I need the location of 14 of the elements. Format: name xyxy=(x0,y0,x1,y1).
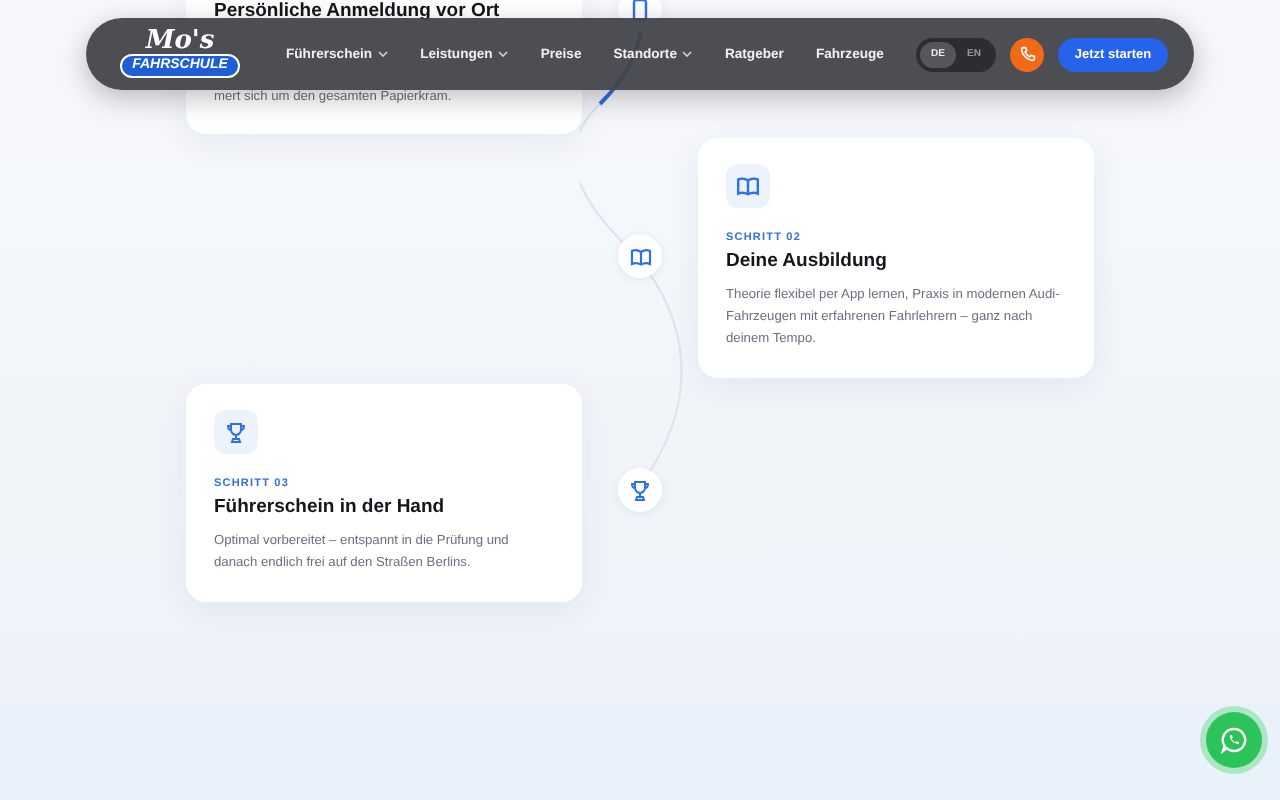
step-title: Deine Ausbildung xyxy=(726,250,889,272)
step-title: Persönliche Anmeldung vor Ort xyxy=(214,0,502,22)
chat-icon xyxy=(1220,726,1248,754)
step-title: Führerschein in der Hand xyxy=(214,496,447,518)
trophy-icon xyxy=(630,479,650,501)
chevron-down-icon xyxy=(498,50,509,58)
book-icon xyxy=(736,176,760,196)
chevron-down-icon xyxy=(378,50,389,58)
chevron-down-icon xyxy=(682,50,693,58)
trophy-icon xyxy=(226,421,246,443)
call-button[interactable] xyxy=(1010,37,1044,71)
phone-icon xyxy=(632,0,648,22)
phone-icon xyxy=(1019,46,1035,62)
book-icon xyxy=(629,247,651,265)
